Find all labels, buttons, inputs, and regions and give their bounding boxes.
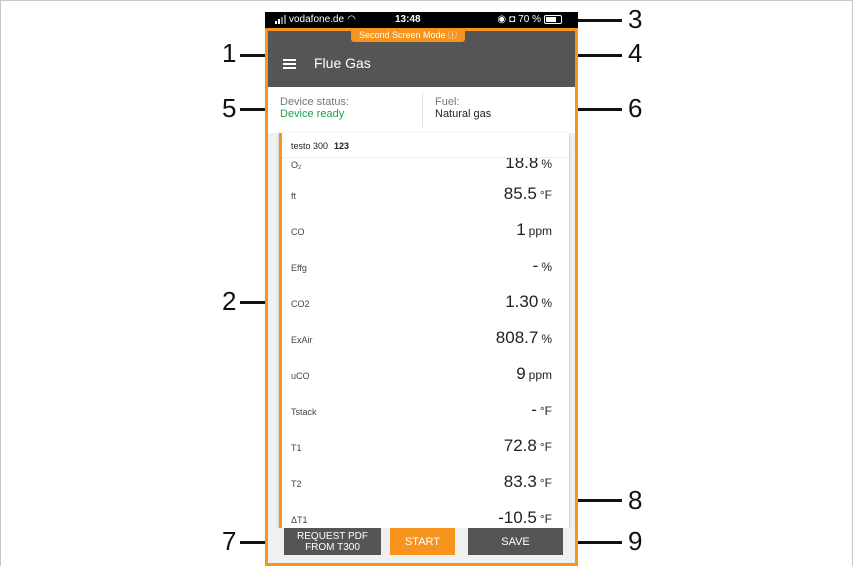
callout-1: 1 [222,38,237,68]
measurement-value: 9 ppm [516,364,552,383]
callout-9: 9 [628,526,643,556]
status-divider [422,93,423,127]
callout-line-6 [578,108,622,111]
status-right-group: ◉ ◘ 70 % [497,14,562,25]
measurement-value: 85.5 °F [503,184,552,203]
instrument-header: testo 300 123 [282,133,569,158]
callout-line-2 [240,301,265,304]
measurement-name: CO2 [291,299,310,309]
measurement-value: 808.7% [495,328,552,347]
carrier-group: vodafone.de ◠ [275,14,356,25]
callout-line-7 [240,541,265,544]
measurement-name: T1 [291,443,302,453]
menu-icon[interactable] [283,59,296,69]
ios-status-bar: vodafone.de ◠ 13:48 ◉ ◘ 70 % [265,12,578,29]
wifi-icon: ◠ [347,14,356,25]
instrument-serial: 123 [334,141,350,151]
callout-4: 4 [628,38,643,68]
fuel-label: Fuel: [435,96,460,108]
measurement-name: Effg [291,263,307,273]
measurement-name: ft [291,191,297,201]
measurement-value: -10.5 °F [498,508,552,527]
measurement-row: CO 1 ppm [282,214,566,250]
save-button[interactable]: SAVE [468,528,563,555]
measurement-name: Tstack [291,407,317,417]
device-status-value: Device ready [280,108,345,120]
callout-6: 6 [628,93,643,123]
measurement-row: T2 83.3 °F [282,466,566,502]
measurement-list[interactable]: testo 300 123 O₂ 18.8% ft 85.5 °F CO 1 ppm … [279,133,569,533]
status-card: Device status: Device ready Fuel: Natura… [265,87,578,133]
callout-line-9 [578,541,622,544]
measurement-row: Effg -% [282,250,566,286]
measurement-value: -% [532,256,552,275]
callout-line-4 [578,54,622,57]
instrument-model: testo 300 [291,141,329,151]
measurement-name: O₂ [291,160,302,170]
measurement-row: uCO 9 ppm [282,358,566,394]
action-bar: REQUEST PDF FROM T300 START SAVE [265,528,578,566]
measurement-name: ΔT1 [291,515,308,525]
status-time: 13:48 [395,14,421,25]
measurement-row: ExAir 808.7% [282,322,566,358]
carrier-name: vodafone.de [289,14,345,25]
measurement-row: Tstack - °F [282,394,566,430]
callout-3: 3 [628,4,643,34]
second-screen-mode-badge[interactable]: Second Screen Mode ⓘ [351,29,466,42]
fuel-info[interactable]: Fuel: Natural gas [435,96,491,120]
fuel-value: Natural gas [435,108,492,120]
callout-5: 5 [222,93,237,123]
measurement-row: T1 72.8 °F [282,430,566,466]
start-button[interactable]: START [390,528,455,555]
measurement-value: - °F [531,400,552,419]
measurement-value: 1 ppm [516,220,552,239]
callout-7: 7 [222,526,237,556]
measurement-row: ft 85.5 °F [282,178,566,214]
callout-8: 8 [628,485,643,515]
measurement-name: CO [291,227,305,237]
app-header: Second Screen Mode ⓘ Flue Gas [265,29,578,87]
measurement-row: CO2 1.30% [282,286,566,322]
callout-line-3 [578,19,622,22]
measurement-name: T2 [291,479,302,489]
callout-2: 2 [222,286,237,316]
device-status: Device status: Device ready [280,96,349,120]
location-icon: ◉ [497,14,507,25]
measurement-name: uCO [291,371,310,381]
device-status-label: Device status: [280,96,350,108]
alarm-icon: ◘ [509,14,516,25]
page-title: Flue Gas [314,55,371,71]
request-pdf-button[interactable]: REQUEST PDF FROM T300 [284,528,381,555]
battery-percent: 70 % [518,14,541,25]
signal-icon [275,15,286,24]
measurement-value: 72.8 °F [503,436,552,455]
measurement-name: ExAir [291,335,313,345]
battery-icon [544,15,562,24]
callout-line-8 [578,499,622,502]
measurement-value: 1.30% [505,292,552,311]
callout-line-5 [240,108,265,111]
callout-line-1 [240,54,265,57]
measurement-value: 83.3 °F [503,472,552,491]
phone-screen: vodafone.de ◠ 13:48 ◉ ◘ 70 % Second Scre… [265,12,578,566]
